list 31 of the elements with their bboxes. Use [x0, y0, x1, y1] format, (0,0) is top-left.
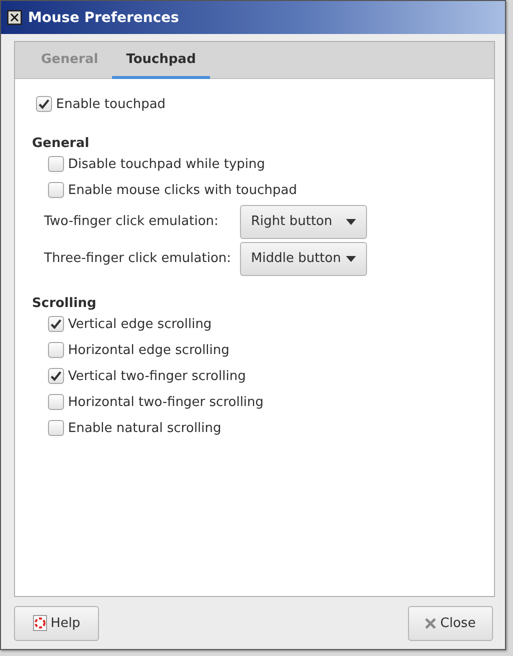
checkbox-label[interactable]: Horizontal edge scrolling — [68, 342, 230, 358]
window-title: Mouse Preferences — [28, 10, 179, 26]
checkbox-label[interactable]: Enable natural scrolling — [68, 420, 222, 436]
close-icon — [425, 618, 436, 628]
field-label: Three-finger click emulation: — [44, 251, 232, 266]
caret-icon — [346, 218, 356, 224]
tab[interactable]: Touchpad — [112, 42, 210, 79]
checkbox[interactable] — [48, 368, 64, 384]
checkbox-label[interactable]: Vertical two-finger scrolling — [68, 368, 246, 384]
checkbox[interactable] — [48, 156, 64, 172]
close-button[interactable]: Close — [408, 606, 493, 640]
checkbox-label[interactable]: Enable touchpad — [56, 96, 166, 112]
close-icon[interactable] — [7, 10, 22, 25]
help-button[interactable]: Help — [14, 606, 99, 640]
checkbox[interactable] — [48, 182, 64, 198]
checkbox[interactable] — [48, 316, 64, 332]
checkbox-label[interactable]: Horizontal two-finger scrolling — [68, 394, 264, 410]
caret-icon — [346, 256, 356, 262]
field-label: Two-finger click emulation: — [44, 214, 220, 229]
dropdown[interactable]: Middle button — [240, 242, 367, 276]
section-heading: Scrolling — [32, 295, 98, 311]
checkbox-label[interactable]: Vertical edge scrolling — [68, 316, 212, 332]
checkbox[interactable] — [48, 394, 64, 410]
checkbox[interactable] — [48, 420, 64, 436]
section-heading: General — [32, 135, 90, 151]
dropdown[interactable]: Right button — [240, 204, 367, 238]
checkbox-label[interactable]: Enable mouse clicks with touchpad — [68, 182, 297, 198]
checkbox-label[interactable]: Disable touchpad while typing — [68, 156, 266, 172]
help-icon — [32, 615, 47, 631]
checkbox[interactable] — [36, 96, 52, 112]
checkbox[interactable] — [48, 342, 64, 358]
